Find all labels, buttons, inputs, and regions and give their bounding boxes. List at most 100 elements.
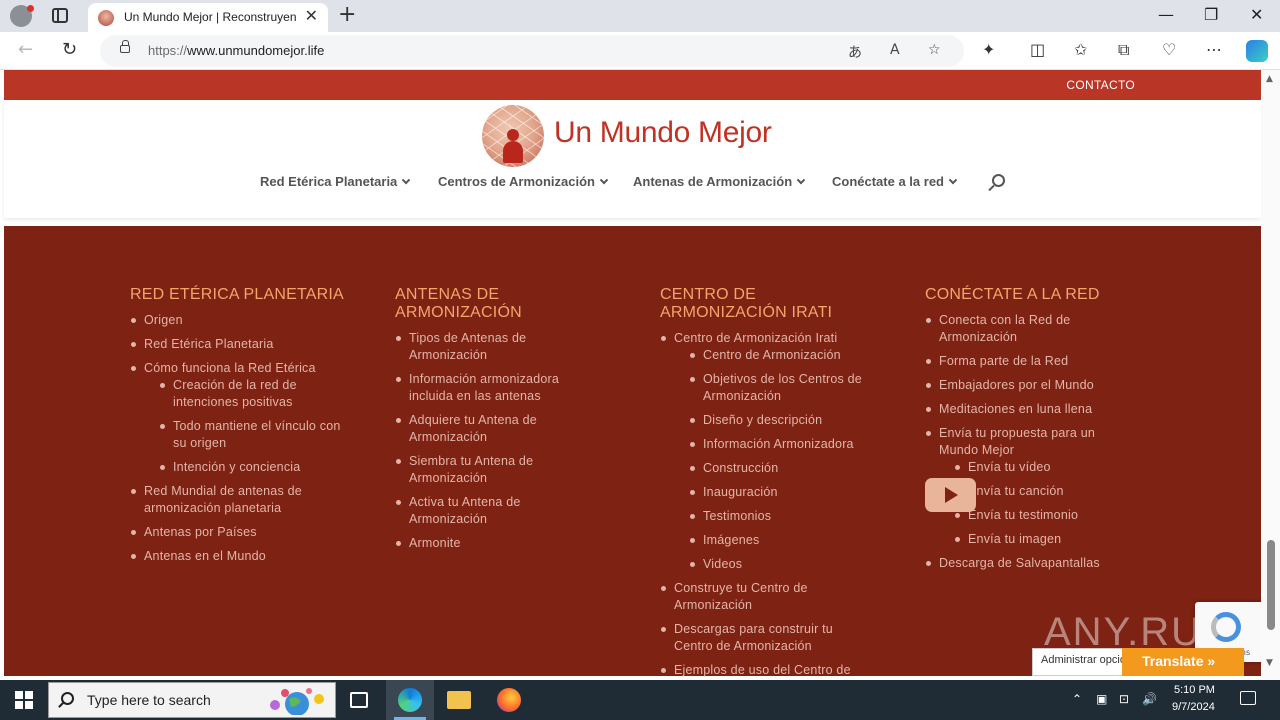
footer-heading: CONÉCTATE A LA RED bbox=[925, 286, 1100, 303]
windows-taskbar: Type here to search ⌃ ▣ ⊡ 🔊 5:10 PM 9/7/… bbox=[0, 680, 1280, 720]
footer-sublink[interactable]: Envía tu canción bbox=[954, 483, 1125, 500]
logo-globe-icon[interactable] bbox=[482, 105, 544, 167]
read-aloud-icon[interactable]: A bbox=[890, 42, 900, 58]
footer-link[interactable]: Construye tu Centro de Armonización bbox=[660, 580, 870, 614]
translate-button[interactable]: Translate » bbox=[1122, 648, 1244, 676]
footer-sublink[interactable]: Centro de Armonización bbox=[689, 347, 870, 364]
footer-link[interactable]: Red Etérica Planetaria bbox=[130, 336, 350, 353]
site-logo-text[interactable]: Un Mundo Mejor bbox=[554, 116, 772, 150]
page-viewport: CONTACTO Un Mundo Mejor Red Etérica Plan… bbox=[0, 70, 1280, 680]
restore-button[interactable]: ❐ bbox=[1204, 4, 1218, 26]
collections-icon[interactable]: ⧉ bbox=[1118, 40, 1129, 60]
footer-sublink[interactable]: Objetivos de los Centros de Armonización bbox=[689, 371, 870, 405]
footer-sublink[interactable]: Envía tu imagen bbox=[954, 531, 1125, 548]
footer-link[interactable]: Conecta con la Red de Armonización bbox=[925, 312, 1125, 346]
edge-icon bbox=[398, 688, 422, 712]
youtube-icon[interactable] bbox=[925, 478, 976, 512]
favorite-star-icon[interactable]: ☆ bbox=[928, 42, 941, 58]
contact-link[interactable]: CONTACTO bbox=[1066, 78, 1135, 92]
footer-link[interactable]: Embajadores por el Mundo bbox=[925, 377, 1125, 394]
footer-link[interactable]: Descargas para construir tu Centro de Ar… bbox=[660, 621, 870, 655]
footer-sublink[interactable]: Envía tu testimonio bbox=[954, 507, 1125, 524]
address-bar[interactable]: https://www.unmundomejor.life あ A ☆ bbox=[100, 35, 964, 67]
footer-sublink[interactable]: Intención y conciencia bbox=[159, 459, 350, 476]
address-toolbar: ← ↻ https://www.unmundomejor.life あ A ☆ … bbox=[0, 32, 1280, 70]
recaptcha-icon bbox=[1211, 612, 1241, 642]
footer-link[interactable]: Antenas por Países bbox=[130, 524, 350, 541]
footer-link[interactable]: Información armonizadora incluida en las… bbox=[395, 371, 585, 405]
lock-icon[interactable] bbox=[120, 40, 130, 53]
url-text[interactable]: https://www.unmundomejor.life bbox=[148, 43, 324, 58]
tray-chevron-up-icon[interactable]: ⌃ bbox=[1072, 692, 1082, 706]
menu-item-centros[interactable]: Centros de Armonización bbox=[438, 174, 609, 189]
footer-sublink[interactable]: Información Armonizadora bbox=[689, 436, 870, 453]
footer-sublink[interactable]: Construcción bbox=[689, 460, 870, 477]
clock-time[interactable]: 5:10 PM bbox=[1174, 684, 1215, 696]
footer-link[interactable]: Forma parte de la Red bbox=[925, 353, 1125, 370]
footer-link[interactable]: Centro de Armonización Irati bbox=[660, 330, 870, 347]
task-view-icon[interactable] bbox=[350, 692, 368, 708]
footer-sublink[interactable]: Inauguración bbox=[689, 484, 870, 501]
extensions-icon[interactable]: ✦ bbox=[982, 40, 995, 60]
footer-link[interactable]: Meditaciones en luna llena bbox=[925, 401, 1125, 418]
chevron-down-icon bbox=[599, 175, 609, 185]
footer-link[interactable]: Ejemplos de uso del Centro de bbox=[660, 662, 870, 679]
scroll-down-icon[interactable]: ▼ bbox=[1266, 658, 1273, 668]
translate-page-icon[interactable]: あ bbox=[848, 42, 862, 62]
footer-link[interactable]: Cómo funciona la Red Etérica bbox=[130, 360, 350, 377]
tab-close-icon[interactable]: ✕ bbox=[305, 7, 318, 25]
footer-column-red-eterica: RED ETÉRICA PLANETARIA Origen Red Etéric… bbox=[130, 286, 350, 572]
footer-sublink[interactable]: Todo mantiene el vínculo con su origen bbox=[159, 418, 350, 452]
favorites-icon[interactable]: ✩ bbox=[1074, 40, 1087, 60]
file-explorer-icon[interactable] bbox=[447, 691, 471, 709]
footer-sublink[interactable]: Diseño y descripción bbox=[689, 412, 870, 429]
footer-link[interactable]: Red Mundial de antenas de armonización p… bbox=[130, 483, 350, 517]
tray-network-icon[interactable]: ⊡ bbox=[1119, 692, 1129, 706]
refresh-button[interactable]: ↻ bbox=[62, 40, 77, 60]
browser-essentials-icon[interactable]: ♡ bbox=[1162, 40, 1176, 60]
tab-actions-icon[interactable] bbox=[52, 8, 68, 23]
tray-volume-icon[interactable]: 🔊 bbox=[1142, 692, 1157, 706]
windows-start-icon[interactable] bbox=[15, 691, 33, 709]
menu-item-red-eterica[interactable]: Red Etérica Planetaria bbox=[260, 174, 411, 189]
clock-date[interactable]: 9/7/2024 bbox=[1172, 701, 1215, 713]
footer-link[interactable]: Adquiere tu Antena de Armonización bbox=[395, 412, 585, 446]
footer-sublink[interactable]: Videos bbox=[689, 556, 870, 573]
footer-link[interactable]: Descarga de Salvapantallas bbox=[925, 555, 1125, 572]
close-window-button[interactable]: ✕ bbox=[1250, 4, 1263, 26]
firefox-icon[interactable] bbox=[497, 688, 521, 712]
footer-sublink[interactable]: Testimonios bbox=[689, 508, 870, 525]
footer-sublink[interactable]: Envía tu vídeo bbox=[954, 459, 1125, 476]
tray-meet-icon[interactable]: ▣ bbox=[1096, 692, 1107, 706]
browser-tab-bar: Un Mundo Mejor | Reconstruyendo ✕ + — ❐ … bbox=[0, 0, 1280, 32]
minimize-button[interactable]: — bbox=[1158, 4, 1174, 26]
menu-item-antenas[interactable]: Antenas de Armonización bbox=[633, 174, 806, 189]
footer-link[interactable]: Armonite bbox=[395, 535, 585, 552]
search-icon[interactable] bbox=[992, 174, 1005, 187]
taskbar-search-box[interactable]: Type here to search bbox=[48, 682, 336, 718]
page-scrollbar[interactable]: ▲ ▼ bbox=[1262, 70, 1280, 680]
taskbar-search-placeholder: Type here to search bbox=[87, 692, 211, 708]
more-menu-icon[interactable]: ⋯ bbox=[1206, 40, 1222, 60]
footer-link[interactable]: Activa tu Antena de Armonización bbox=[395, 494, 585, 528]
active-tab[interactable]: Un Mundo Mejor | Reconstruyendo ✕ bbox=[88, 3, 328, 32]
footer-link[interactable]: Antenas en el Mundo bbox=[130, 548, 350, 565]
copilot-icon[interactable] bbox=[1246, 40, 1268, 62]
notification-center-icon[interactable] bbox=[1240, 691, 1256, 705]
back-button[interactable]: ← bbox=[18, 40, 33, 60]
menu-item-conectate[interactable]: Conéctate a la red bbox=[832, 174, 958, 189]
scroll-thumb[interactable] bbox=[1267, 540, 1275, 630]
website: CONTACTO Un Mundo Mejor Red Etérica Plan… bbox=[4, 70, 1265, 679]
chevron-down-icon bbox=[796, 175, 806, 185]
footer-link[interactable]: Siembra tu Antena de Armonización bbox=[395, 453, 585, 487]
footer-link[interactable]: Envía tu propuesta para un Mundo Mejor bbox=[925, 425, 1125, 459]
split-screen-icon[interactable]: ◫ bbox=[1030, 40, 1045, 60]
scroll-up-icon[interactable]: ▲ bbox=[1266, 74, 1273, 84]
footer-link[interactable]: Tipos de Antenas de Armonización bbox=[395, 330, 585, 364]
translate-options[interactable]: Administrar opciones bbox=[1032, 648, 1128, 676]
footer-link[interactable]: Origen bbox=[130, 312, 350, 329]
footer-sublink[interactable]: Creación de la red de intenciones positi… bbox=[159, 377, 350, 411]
taskbar-edge-active[interactable] bbox=[386, 680, 434, 720]
new-tab-button[interactable]: + bbox=[338, 3, 356, 27]
footer-sublink[interactable]: Imágenes bbox=[689, 532, 870, 549]
